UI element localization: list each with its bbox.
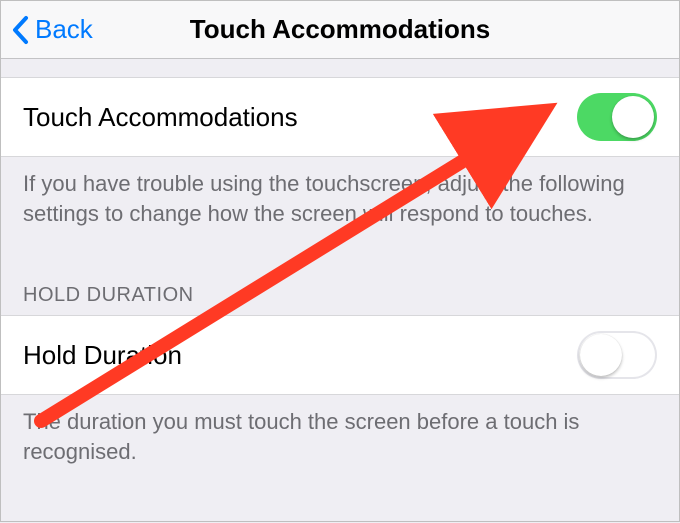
spacer	[1, 59, 679, 77]
hold-duration-footer: The duration you must touch the screen b…	[1, 395, 679, 482]
nav-header: Back Touch Accommodations	[1, 1, 679, 59]
hold-duration-row[interactable]: Hold Duration	[1, 315, 679, 395]
touch-accommodations-label: Touch Accommodations	[23, 102, 298, 133]
hold-duration-section-header: HOLD DURATION	[1, 244, 679, 315]
touch-accommodations-footer: If you have trouble using the touchscree…	[1, 157, 679, 244]
touch-accommodations-toggle[interactable]	[577, 93, 657, 141]
touch-accommodations-row[interactable]: Touch Accommodations	[1, 77, 679, 157]
toggle-knob	[612, 96, 654, 138]
back-button[interactable]: Back	[1, 14, 93, 45]
back-chevron-icon	[11, 15, 31, 45]
hold-duration-toggle[interactable]	[577, 331, 657, 379]
toggle-knob	[580, 334, 622, 376]
hold-duration-label: Hold Duration	[23, 340, 182, 371]
page-title: Touch Accommodations	[1, 14, 679, 45]
back-label: Back	[35, 14, 93, 45]
